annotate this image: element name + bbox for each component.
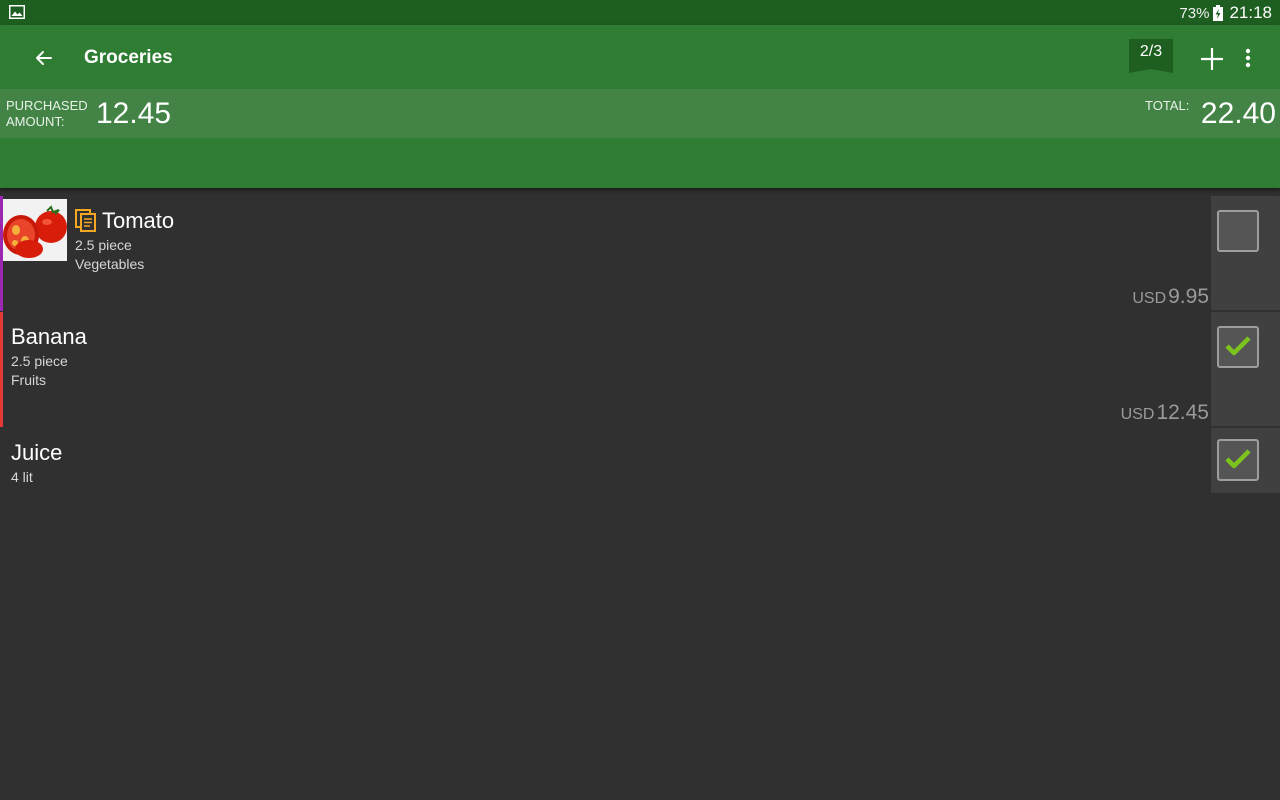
check-icon [1225, 336, 1251, 356]
item-checkbox[interactable] [1217, 210, 1259, 252]
more-options-button[interactable] [1238, 45, 1258, 73]
page-title: Groceries [84, 47, 173, 68]
image-notification-icon [9, 5, 25, 19]
status-bar: 73% 21:18 [0, 0, 1280, 25]
plus-icon [1201, 48, 1223, 70]
note-icon [75, 209, 96, 232]
list-item-juice[interactable]: Juice 4 lit [0, 428, 1280, 493]
checkbox-area [1211, 196, 1280, 310]
item-price-amount: 9.95 [1168, 285, 1209, 308]
arrow-back-icon [36, 51, 52, 65]
app-bar: Groceries 2/3 PURCHASED AMOUNT: 12.45 TO… [0, 25, 1280, 188]
battery-charging-icon [1213, 5, 1224, 21]
page-indicator: 2/3 [1139, 43, 1163, 60]
item-price: USD 12.45 [1121, 401, 1209, 425]
total-label: TOTAL: [1145, 98, 1190, 113]
item-color-bar [0, 312, 3, 427]
battery-percent: 73% [1179, 4, 1210, 22]
check-icon [1225, 449, 1251, 469]
item-name: Banana [11, 324, 87, 349]
item-quantity: 2.5 piece [75, 237, 132, 253]
total-value: 22.40 [1200, 97, 1276, 130]
item-name: Tomato [102, 208, 175, 233]
more-vert-icon [1245, 48, 1251, 68]
clock: 21:18 [1229, 3, 1272, 22]
list-item-banana[interactable]: Banana 2.5 piece Fruits USD 12.45 [0, 312, 1280, 427]
tomato-picture [3, 199, 67, 261]
page-indicator-button[interactable]: 2/3 [1129, 39, 1173, 75]
purchased-amount-value: 12.45 [96, 97, 172, 130]
add-item-button[interactable] [1198, 45, 1226, 73]
item-quantity: 2.5 piece [11, 353, 68, 369]
item-quantity: 4 lit [11, 469, 33, 485]
item-price: USD 9.95 [1132, 285, 1209, 309]
purchased-label-line1: PURCHASED [6, 98, 88, 113]
item-checkbox-checked[interactable] [1217, 326, 1259, 368]
tomato-image[interactable] [3, 199, 67, 261]
item-category: Fruits [11, 372, 46, 388]
checkbox-area [1211, 428, 1280, 493]
item-category: Vegetables [75, 256, 145, 272]
item-checkbox-checked[interactable] [1217, 439, 1259, 481]
purchased-amount-label: PURCHASED AMOUNT: [6, 98, 96, 130]
item-price-currency: USD [1120, 406, 1155, 423]
back-button[interactable] [28, 44, 60, 72]
list-item-tomato[interactable]: Tomato 2.5 piece Vegetables USD 9.95 [0, 196, 1280, 311]
checkbox-area [1211, 312, 1280, 426]
item-price-amount: 12.45 [1156, 401, 1209, 424]
item-price-currency: USD [1132, 290, 1167, 307]
item-name: Juice [11, 440, 63, 465]
amount-summary: PURCHASED AMOUNT: 12.45 TOTAL: 22.40 [0, 89, 1280, 138]
purchased-label-line2: AMOUNT: [6, 114, 65, 129]
